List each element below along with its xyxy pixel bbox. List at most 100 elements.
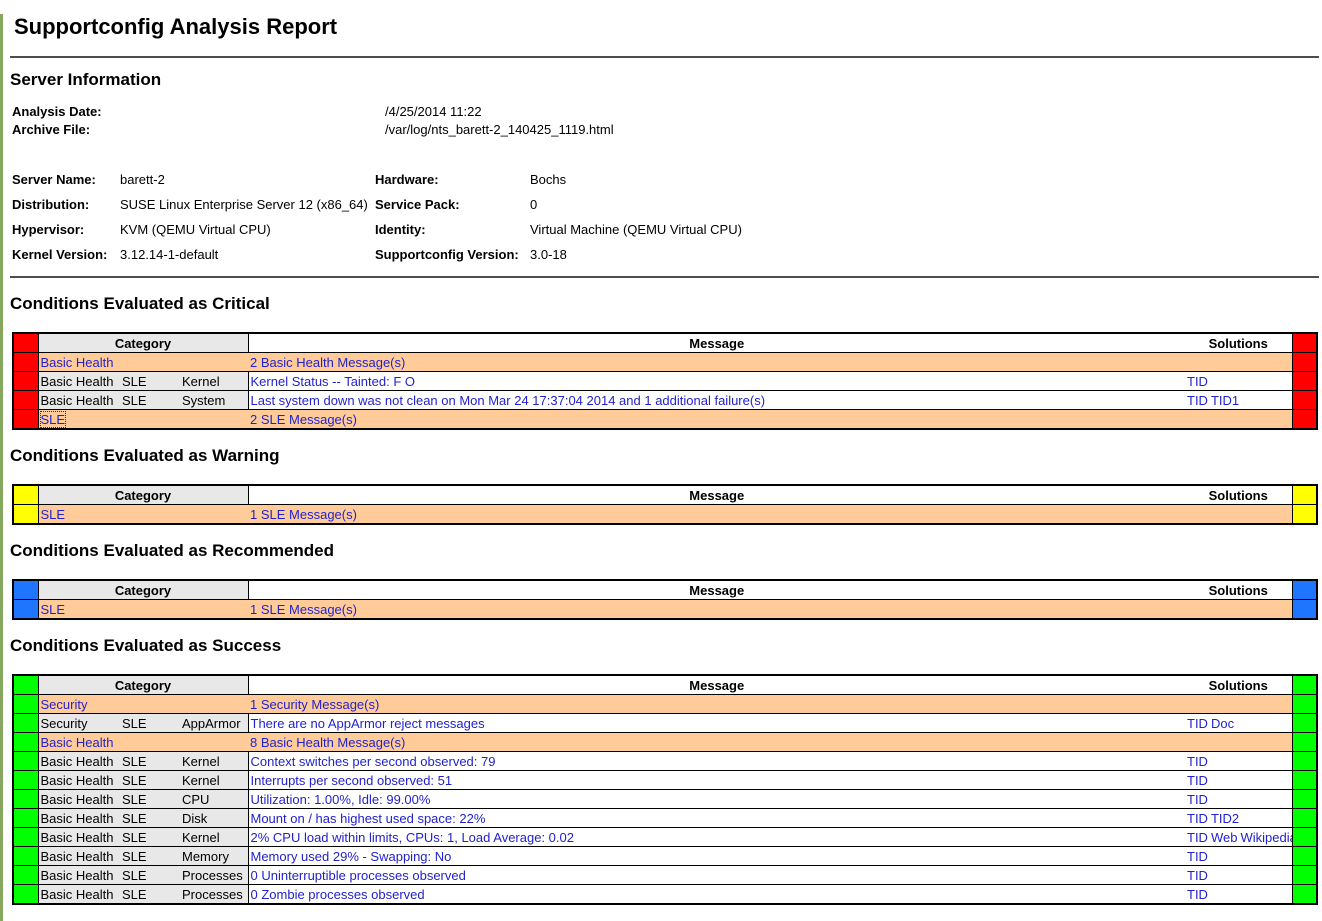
section-heading-critical: Conditions Evaluated as Critical bbox=[10, 294, 1319, 314]
solution-link[interactable]: TID bbox=[1187, 792, 1208, 807]
category-link[interactable]: Basic Health bbox=[41, 735, 114, 750]
message-link[interactable]: There are no AppArmor reject messages bbox=[251, 716, 485, 731]
meta-value: /4/25/2014 11:22 bbox=[385, 104, 482, 119]
category-component-cell: Memory bbox=[180, 847, 248, 866]
category-sub-cell: SLE bbox=[120, 714, 180, 733]
category-component-cell: AppArmor bbox=[180, 714, 248, 733]
category-link[interactable]: Basic Health bbox=[41, 355, 114, 370]
message-link[interactable]: Kernel Status -- Tainted: F O bbox=[251, 374, 416, 389]
category-component-cell: Kernel bbox=[180, 372, 248, 391]
report-title: Supportconfig Analysis Report bbox=[14, 14, 1319, 40]
server-detail-label: Distribution: bbox=[10, 192, 118, 217]
solution-link[interactable]: TID bbox=[1187, 393, 1208, 408]
status-cell bbox=[1292, 505, 1317, 525]
solution-link[interactable]: Wikipedia bbox=[1240, 830, 1292, 845]
meta-row: Archive File:/var/log/nts_barett-2_14042… bbox=[10, 121, 1319, 139]
column-header-solutions: Solutions bbox=[1185, 580, 1292, 600]
status-cell bbox=[1292, 885, 1317, 905]
category-link[interactable]: SLE bbox=[41, 412, 66, 427]
server-detail-row: Kernel Version:3.12.14-1-defaultSupportc… bbox=[10, 242, 744, 267]
category-component-cell: Kernel bbox=[180, 828, 248, 847]
column-header-solutions: Solutions bbox=[1185, 485, 1292, 505]
server-detail-value: 3.0-18 bbox=[528, 242, 744, 267]
solution-link[interactable]: TID2 bbox=[1211, 811, 1239, 826]
message-link[interactable]: Utilization: 1.00%, Idle: 99.00% bbox=[251, 792, 431, 807]
summary-message-cell: 2 Basic Health Message(s) bbox=[248, 353, 1185, 372]
solution-link[interactable]: TID1 bbox=[1211, 393, 1239, 408]
solution-link[interactable]: TID bbox=[1187, 716, 1208, 731]
message-link[interactable]: 8 Basic Health Message(s) bbox=[250, 735, 405, 750]
status-cell bbox=[1292, 675, 1317, 695]
message-link[interactable]: 1 SLE Message(s) bbox=[250, 602, 357, 617]
conditions-table-critical: CategoryMessageSolutionsBasic Health2 Ba… bbox=[12, 332, 1318, 430]
status-cell bbox=[13, 600, 38, 620]
message-link[interactable]: Context switches per second observed: 79 bbox=[251, 754, 496, 769]
solution-link[interactable]: Web bbox=[1211, 830, 1238, 845]
message-link[interactable]: Memory used 29% - Swapping: No bbox=[251, 849, 452, 864]
status-cell bbox=[13, 333, 38, 353]
server-detail-label: Supportconfig Version: bbox=[373, 242, 528, 267]
column-header-solutions: Solutions bbox=[1185, 675, 1292, 695]
solution-link[interactable]: TID bbox=[1187, 773, 1208, 788]
message-link[interactable]: Mount on / has highest used space: 22% bbox=[251, 811, 486, 826]
summary-solutions-cell bbox=[1185, 353, 1292, 372]
message-link[interactable]: Interrupts per second observed: 51 bbox=[251, 773, 453, 788]
solutions-cell: TID bbox=[1185, 771, 1292, 790]
solution-link[interactable]: TID bbox=[1187, 811, 1208, 826]
status-cell bbox=[13, 847, 38, 866]
solutions-cell: TIDDoc bbox=[1185, 714, 1292, 733]
category-cell: Basic Health bbox=[38, 771, 120, 790]
solution-link[interactable]: Doc bbox=[1211, 716, 1234, 731]
category-cell: Basic Health bbox=[38, 866, 120, 885]
message-link[interactable]: 2 Basic Health Message(s) bbox=[250, 355, 405, 370]
status-cell bbox=[13, 733, 38, 752]
section-success: Conditions Evaluated as SuccessCategoryM… bbox=[10, 636, 1319, 905]
category-sub-cell: SLE bbox=[120, 771, 180, 790]
message-link[interactable]: 1 Security Message(s) bbox=[250, 697, 379, 712]
column-header-message: Message bbox=[248, 485, 1185, 505]
status-cell bbox=[1292, 485, 1317, 505]
category-sub-cell: SLE bbox=[120, 828, 180, 847]
solution-link[interactable]: TID bbox=[1187, 887, 1208, 902]
column-header-message: Message bbox=[248, 580, 1185, 600]
message-link[interactable]: Last system down was not clean on Mon Ma… bbox=[251, 393, 766, 408]
solution-link[interactable]: TID bbox=[1187, 868, 1208, 883]
message-link[interactable]: 2% CPU load within limits, CPUs: 1, Load… bbox=[251, 830, 574, 845]
category-sub-cell: SLE bbox=[120, 752, 180, 771]
category-cell: Basic Health bbox=[38, 391, 120, 410]
message-link[interactable]: 0 Zombie processes observed bbox=[251, 887, 425, 902]
category-cell: Basic Health bbox=[38, 847, 120, 866]
message-cell: Last system down was not clean on Mon Ma… bbox=[248, 391, 1185, 410]
category-link[interactable]: SLE bbox=[41, 507, 66, 522]
table-row: Basic HealthSLEDiskMount on / has highes… bbox=[13, 809, 1317, 828]
table-row: Basic HealthSLEProcesses0 Zombie process… bbox=[13, 885, 1317, 905]
server-detail-value: KVM (QEMU Virtual CPU) bbox=[118, 217, 373, 242]
status-cell bbox=[1292, 410, 1317, 430]
category-link[interactable]: Security bbox=[41, 697, 88, 712]
status-cell bbox=[1292, 809, 1317, 828]
category-component-cell: Processes bbox=[180, 885, 248, 905]
solution-link[interactable]: TID bbox=[1187, 830, 1208, 845]
category-sub-cell: SLE bbox=[120, 885, 180, 905]
status-cell bbox=[13, 866, 38, 885]
status-cell bbox=[13, 372, 38, 391]
summary-category-cell: SLE bbox=[38, 505, 248, 525]
summary-solutions-cell bbox=[1185, 600, 1292, 620]
status-cell bbox=[13, 353, 38, 372]
message-link[interactable]: 1 SLE Message(s) bbox=[250, 507, 357, 522]
category-sub-cell: SLE bbox=[120, 372, 180, 391]
summary-solutions-cell bbox=[1185, 410, 1292, 430]
summary-category-cell: SLE bbox=[38, 410, 248, 430]
solution-link[interactable]: TID bbox=[1187, 374, 1208, 389]
summary-solutions-cell bbox=[1185, 505, 1292, 525]
solution-link[interactable]: TID bbox=[1187, 754, 1208, 769]
category-link[interactable]: SLE bbox=[41, 602, 66, 617]
category-cell: Basic Health bbox=[38, 372, 120, 391]
server-detail-label: Server Name: bbox=[10, 167, 118, 192]
status-cell bbox=[13, 714, 38, 733]
message-link[interactable]: 2 SLE Message(s) bbox=[250, 412, 357, 427]
solution-link[interactable]: TID bbox=[1187, 849, 1208, 864]
server-detail-value: 3.12.14-1-default bbox=[118, 242, 373, 267]
message-link[interactable]: 0 Uninterruptible processes observed bbox=[251, 868, 466, 883]
table-row: SecuritySLEAppArmorThere are no AppArmor… bbox=[13, 714, 1317, 733]
